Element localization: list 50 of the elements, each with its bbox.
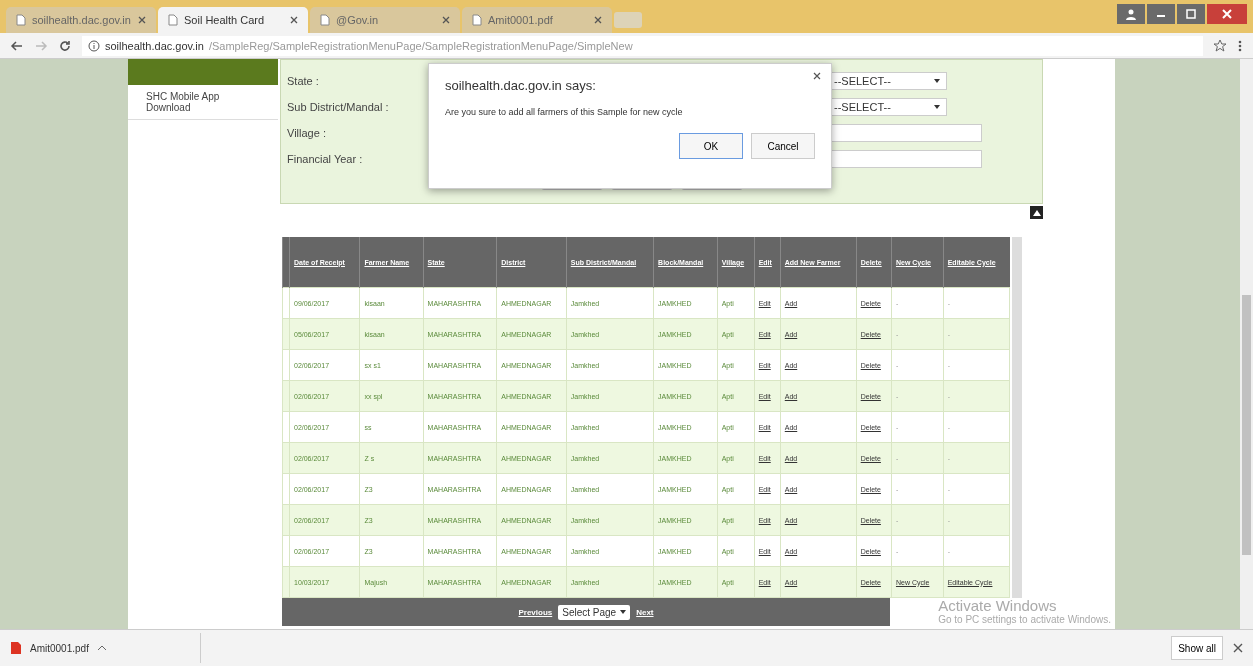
triangle-up-icon	[1032, 209, 1041, 216]
download-item[interactable]: Amit0001.pdf	[10, 633, 201, 663]
browser-tab[interactable]: Amit0001.pdf	[462, 7, 612, 33]
close-window-icon[interactable]	[1207, 4, 1247, 24]
close-icon[interactable]	[138, 16, 146, 24]
user-icon[interactable]	[1117, 4, 1145, 24]
field-label: State :	[287, 75, 320, 87]
caret-icon	[620, 610, 627, 614]
dialog-message: Are you sure to add all farmers of this Sample for new cycle	[445, 107, 684, 117]
page-icon	[168, 14, 178, 26]
cancel-button[interactable]: Cancel	[751, 133, 815, 159]
ok-button[interactable]: OK	[679, 133, 743, 159]
next-link[interactable]: Next	[636, 607, 654, 617]
field-label: Village :	[287, 127, 327, 139]
menu-icon[interactable]	[1237, 38, 1243, 53]
info-icon	[88, 39, 100, 52]
caret-icon	[934, 79, 940, 83]
previous-link[interactable]: Previous	[518, 607, 553, 617]
page-dropdown[interactable]: Select Page	[558, 604, 631, 620]
activation-notice: Go to PC settings to activate Windows.	[938, 614, 1111, 625]
address-field[interactable]: soilhealth.dac.gov.in /SampleReg/SampleRegistrationMenuPage/SampleRegistrationMenuPage/SimpleNew	[82, 35, 1203, 56]
close-icon[interactable]	[813, 72, 821, 80]
browser-tab[interactable]: Soil Health Card	[158, 7, 308, 33]
caret-icon	[96, 645, 107, 651]
close-icon[interactable]	[442, 16, 450, 24]
scroll-top-button[interactable]	[1030, 206, 1043, 219]
close-icon[interactable]	[1233, 643, 1243, 653]
browser-tab[interactable]: @Gov.in	[310, 7, 460, 33]
dialog-title: soilhealth.dac.gov.in says:	[445, 78, 597, 93]
column-header	[282, 237, 290, 288]
scrollbar[interactable]	[1240, 59, 1253, 629]
maximize-icon[interactable]	[1177, 4, 1205, 24]
caret-icon	[934, 105, 940, 109]
page-icon	[16, 14, 26, 26]
close-icon[interactable]	[594, 16, 602, 24]
pdf-file-icon	[10, 641, 22, 655]
show-all-button[interactable]: Show all	[1171, 636, 1223, 660]
close-icon[interactable]	[290, 16, 298, 24]
activation-notice: Activate Windows	[938, 597, 1058, 614]
back-icon[interactable]	[10, 38, 24, 53]
field-label: Sub District/Mandal :	[287, 101, 390, 113]
star-icon[interactable]	[1213, 38, 1227, 53]
sidebar-item[interactable]: SHC Mobile App Download	[128, 85, 278, 120]
reload-icon[interactable]	[58, 38, 72, 53]
browser-tab[interactable]: soilhealth.dac.gov.in	[6, 7, 156, 33]
field-label: Financial Year :	[287, 153, 364, 165]
page-icon	[320, 14, 330, 26]
scrollbar[interactable]	[1012, 237, 1022, 598]
page-icon	[472, 14, 482, 26]
minimize-icon[interactable]	[1147, 4, 1175, 24]
